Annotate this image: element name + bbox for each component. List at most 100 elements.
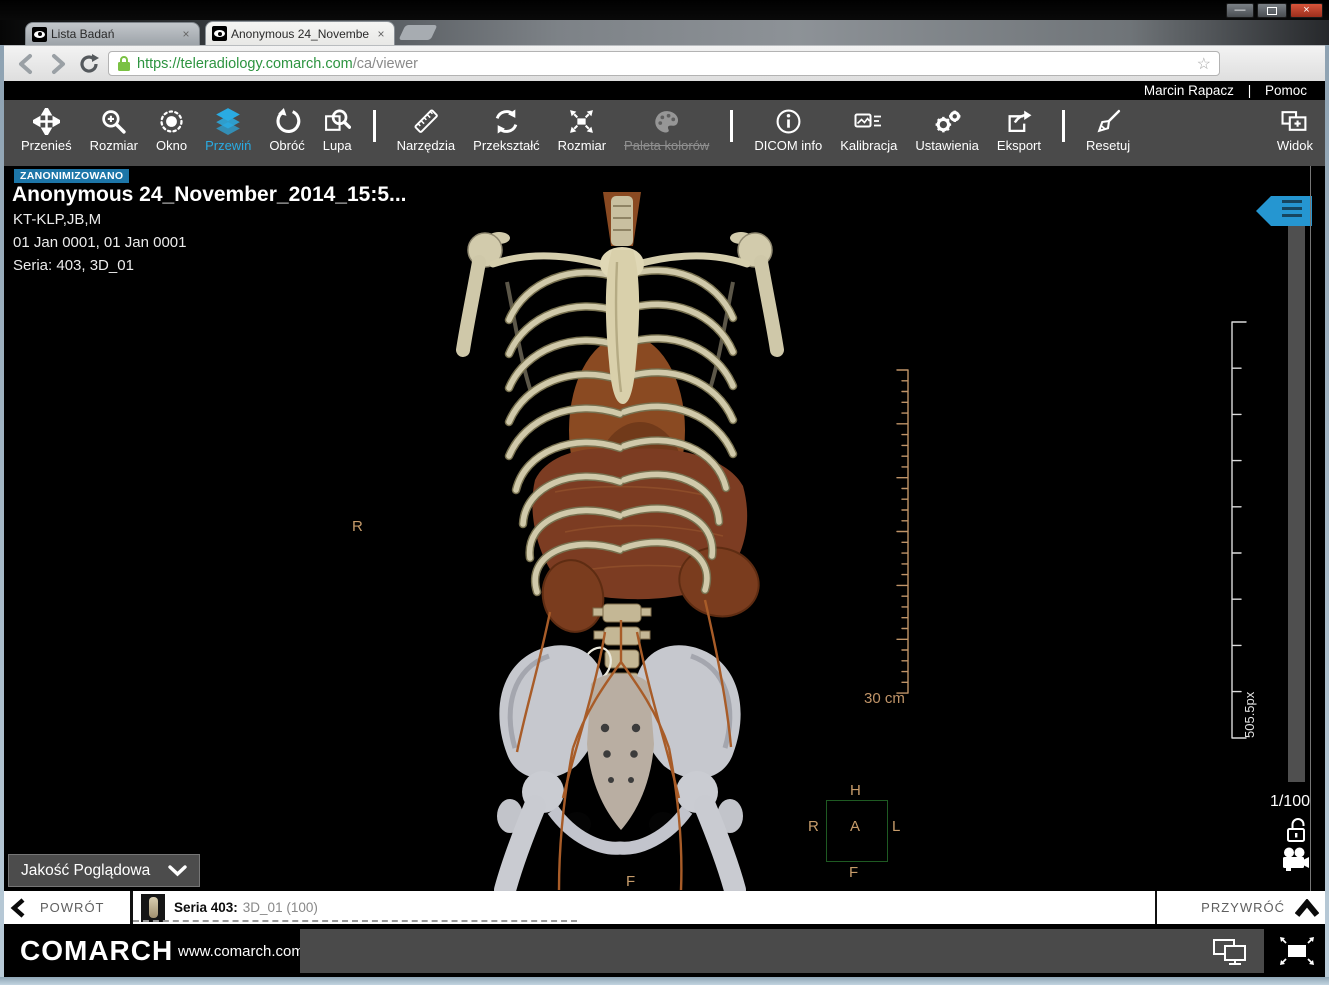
url-secure-part: https://teleradiology.comarch.com — [137, 56, 353, 72]
cube-label-left: L — [892, 818, 900, 835]
tab-close-icon[interactable]: × — [179, 27, 193, 41]
ssl-lock-icon — [117, 55, 131, 72]
resize-icon — [568, 106, 595, 136]
address-bar[interactable]: https://teleradiology.comarch.com/ca/vie… — [108, 51, 1220, 76]
tool-move[interactable]: Przenieś — [21, 106, 72, 160]
forward-icon[interactable] — [46, 53, 70, 75]
tool-settings[interactable]: Ustawienia — [915, 106, 979, 160]
panel-menu-icon — [1271, 196, 1312, 226]
info-icon — [775, 106, 802, 136]
tool-dicom-info[interactable]: DICOM info — [754, 106, 822, 160]
series-thumbnail-bone — [149, 897, 158, 918]
magnifier-icon — [324, 106, 351, 136]
reload-icon[interactable] — [78, 53, 102, 75]
back-icon[interactable] — [14, 53, 38, 75]
cube-label-foot: F — [849, 864, 858, 881]
measurement-ruler-px-label: 505.5px — [1242, 692, 1257, 738]
comarch-logo: COMARCH — [20, 924, 173, 977]
tool-transform[interactable]: Przekształć — [473, 106, 539, 160]
tab-study-list[interactable]: Lista Badań × — [25, 22, 200, 45]
tool-color-palette: Paleta kolorów — [624, 106, 709, 160]
tool-zoom[interactable]: Rozmiar — [90, 106, 138, 160]
series-info-line: Seria: 403, 3D_01 — [13, 257, 134, 274]
url-path-part: /ca/viewer — [353, 56, 418, 72]
scroll-layers-icon — [214, 106, 242, 136]
toolbar-divider — [373, 110, 376, 142]
settings-icon — [933, 106, 962, 136]
tool-window-level[interactable]: Okno — [156, 106, 187, 160]
chevron-left-icon — [10, 898, 26, 918]
window-frame-right — [1325, 45, 1329, 977]
ruler-icon — [412, 106, 440, 136]
back-button[interactable]: POWRÓT — [0, 891, 130, 924]
calibration-icon — [854, 106, 884, 136]
tool-export[interactable]: Eksport — [997, 106, 1041, 160]
side-panel-toggle[interactable] — [1256, 196, 1312, 226]
layout-icon — [1280, 106, 1310, 136]
user-bar: Marcin Rapacz | Pomoc — [0, 81, 1329, 100]
footer: COMARCH www.comarch.com — [0, 924, 1329, 977]
dual-monitor-icon[interactable] — [1212, 938, 1248, 966]
export-icon — [1005, 106, 1033, 136]
restore-button-label: PRZYWRÓĆ — [1201, 900, 1285, 915]
footer-website: www.comarch.com — [178, 924, 304, 977]
cube-label-right: R — [808, 818, 819, 835]
cube-label-head: H — [850, 782, 861, 799]
tool-reset[interactable]: Resetuj — [1086, 106, 1130, 160]
window-frame-bottom — [0, 977, 1329, 985]
browser-navbar: https://teleradiology.comarch.com/ca/vie… — [0, 45, 1329, 81]
rotate-icon — [274, 106, 301, 136]
close-button[interactable]: × — [1290, 3, 1323, 18]
minimize-button[interactable]: — — [1226, 3, 1254, 18]
series-thumbnail[interactable] — [141, 894, 165, 922]
orientation-marker-foot: F — [626, 873, 635, 890]
tool-layout[interactable]: Widok — [1277, 106, 1313, 160]
quality-dropdown-label: Jakość Poglądowa — [21, 862, 150, 880]
series-bar: POWRÓT Seria 403: 3D_01 (100) PRZYWRÓĆ — [0, 891, 1329, 924]
tab-close-icon[interactable]: × — [374, 27, 388, 41]
series-number-label: Seria 403: — [174, 900, 238, 915]
scale-ruler-cm — [878, 362, 914, 708]
viewer-toolbar: Przenieś Rozmiar Okno — [0, 100, 1329, 166]
restore-button[interactable]: PRZYWRÓĆ — [1157, 891, 1329, 924]
user-name: Marcin Rapacz — [1144, 83, 1234, 98]
tool-magnifier[interactable]: Lupa — [323, 106, 352, 160]
study-title: Anonymous 24_November_2014_15:5... — [12, 183, 407, 207]
footer-panel — [300, 929, 1264, 973]
scale-ruler-cm-label: 30 cm — [864, 690, 905, 707]
tab-title: Anonymous 24_Novembe — [231, 27, 370, 41]
window-titlebar: Lista Badań × Anonymous 24_Novembe × — × — [0, 0, 1329, 45]
tool-resize[interactable]: Rozmiar — [558, 106, 606, 160]
move-icon — [33, 106, 60, 136]
fullscreen-icon — [1279, 936, 1315, 966]
image-scrollbar[interactable] — [1288, 226, 1305, 782]
orientation-marker-right: R — [352, 518, 363, 535]
dicom-viewport[interactable]: ZANONIMIZOWANO Anonymous 24_November_201… — [0, 166, 1329, 891]
tab-viewer[interactable]: Anonymous 24_Novembe × — [205, 21, 395, 45]
anonymized-badge: ZANONIMIZOWANO — [14, 169, 129, 183]
tool-rotate[interactable]: Obróć — [269, 106, 304, 160]
bookmark-star-icon[interactable]: ☆ — [1197, 54, 1211, 74]
series-selector[interactable]: Seria 403: 3D_01 (100) — [133, 891, 1155, 924]
maximize-button[interactable] — [1257, 3, 1287, 18]
help-link[interactable]: Pomoc — [1265, 83, 1307, 98]
chevron-down-icon — [168, 865, 187, 877]
window-frame-left — [0, 45, 4, 977]
toolbar-divider — [730, 110, 733, 142]
unlock-icon[interactable] — [1284, 816, 1308, 843]
application-window: Lista Badań × Anonymous 24_Novembe × — × — [0, 0, 1329, 985]
maximize-icon — [1267, 7, 1277, 15]
panel-arrow-icon — [1256, 196, 1271, 226]
series-selected-underline — [133, 920, 577, 922]
comarch-eye-favicon — [32, 27, 47, 42]
quality-dropdown[interactable]: Jakość Poglądowa — [8, 854, 200, 887]
fullscreen-button[interactable] — [1264, 924, 1329, 977]
series-name-label: 3D_01 (100) — [243, 900, 318, 915]
user-bar-divider: | — [1248, 83, 1252, 98]
cine-camera-icon[interactable] — [1280, 847, 1310, 872]
tool-scroll[interactable]: Przewiń — [205, 106, 251, 160]
chevron-up-icon — [1295, 899, 1319, 917]
tool-calibration[interactable]: Kalibracja — [840, 106, 897, 160]
comarch-eye-favicon — [212, 26, 227, 41]
tool-measure[interactable]: Narzędzia — [397, 106, 456, 160]
